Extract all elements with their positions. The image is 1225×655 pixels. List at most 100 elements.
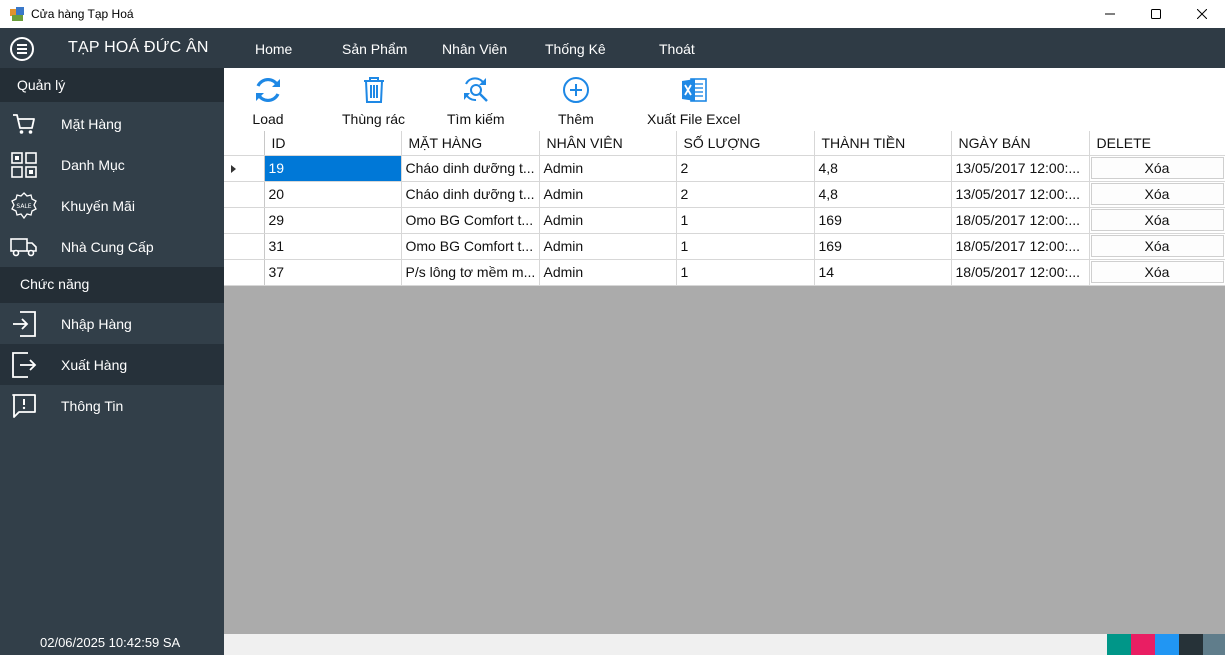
cell-item[interactable]: Cháo dinh dưỡng t... [401,155,540,182]
menu-toggle-icon[interactable] [10,37,34,61]
cell-date[interactable]: 18/05/2017 12:00:... [951,259,1090,286]
cell-total[interactable]: 169 [814,207,952,234]
column-header-item[interactable]: MẶT HÀNG [401,131,540,156]
cell-total[interactable]: 14 [814,259,952,286]
trash-button[interactable]: Thùng rác [342,74,405,127]
row-selector[interactable] [224,155,265,182]
delete-row-button[interactable]: Xóa [1090,235,1224,257]
close-button[interactable] [1179,0,1225,28]
load-button[interactable]: Load [252,74,284,127]
cell-id[interactable]: 20 [264,181,402,208]
column-header-total[interactable]: THÀNH TIỀN [814,131,952,156]
sidebar-item-import[interactable]: Nhập Hàng [0,303,224,344]
cell-item[interactable]: P/s lông tơ mềm m... [401,259,540,286]
cell-item[interactable]: Omo BG Comfort t... [401,207,540,234]
cell-id[interactable]: 19 [264,155,402,182]
maximize-icon [1151,9,1161,19]
sidebar: Quản lý Mặt Hàng Danh Mục SALE Khuyến Mã… [0,68,224,655]
theme-swatch-grey[interactable] [1203,634,1225,655]
table-row[interactable]: 19 Cháo dinh dưỡng t... Admin 2 4,8 13/0… [224,155,1225,182]
add-button[interactable]: Thêm [558,74,594,127]
cell-total[interactable]: 4,8 [814,181,952,208]
data-grid-area: ID MẶT HÀNG NHÂN VIÊN SỐ LƯỢNG THÀNH TIỀ… [224,131,1225,634]
cell-id[interactable]: 29 [264,207,402,234]
cell-staff[interactable]: Admin [539,207,677,234]
maximize-button[interactable] [1133,0,1179,28]
sign-out-icon [10,351,38,379]
cell-item[interactable]: Omo BG Comfort t... [401,233,540,260]
delete-row-button[interactable]: Xóa [1090,183,1224,205]
app-icon [10,7,24,21]
window-title: Cửa hàng Tạp Hoá [31,7,134,21]
row-selector[interactable] [224,207,265,234]
cell-date[interactable]: 13/05/2017 12:00:... [951,181,1090,208]
cell-quantity[interactable]: 1 [676,259,815,286]
sidebar-item-suppliers[interactable]: Nhà Cung Cấp [0,226,224,267]
delete-row-button[interactable]: Xóa [1090,261,1224,283]
table-row[interactable]: 37 P/s lông tơ mềm m... Admin 1 14 18/05… [224,259,1225,286]
window-titlebar: Cửa hàng Tạp Hoá [0,0,1225,28]
row-header-corner [224,131,265,156]
nav-employees[interactable]: Nhân Viên [442,41,507,57]
minimize-button[interactable] [1087,0,1133,28]
sidebar-item-products[interactable]: Mặt Hàng [0,103,224,144]
sidebar-item-label: Thông Tin [61,397,124,414]
theme-swatch-teal[interactable] [1107,634,1131,655]
sidebar-item-export[interactable]: Xuất Hàng [0,344,224,385]
sidebar-item-info[interactable]: Thông Tin [0,385,224,426]
cell-date[interactable]: 18/05/2017 12:00:... [951,233,1090,260]
row-selector[interactable] [224,181,265,208]
add-label: Thêm [558,111,594,127]
sale-badge-icon: SALE [10,191,38,220]
cell-staff[interactable]: Admin [539,233,677,260]
top-navigation: TẠP HOÁ ĐỨC ÂN Home Sản Phẩm Nhân Viên T… [0,28,1225,68]
column-header-date[interactable]: NGÀY BÁN [951,131,1090,156]
cell-quantity[interactable]: 1 [676,207,815,234]
nav-home[interactable]: Home [255,41,292,57]
action-toolbar: Load Thùng rác Tìm kiếm Thêm Xuất File E… [224,68,1225,131]
nav-statistics[interactable]: Thống Kê [545,41,606,57]
cart-icon [10,110,38,138]
cell-id[interactable]: 37 [264,259,402,286]
export-excel-button[interactable]: Xuất File Excel [647,74,740,127]
search-label: Tìm kiếm [447,111,505,127]
cell-staff[interactable]: Admin [539,259,677,286]
delete-row-button[interactable]: Xóa [1090,157,1224,179]
cell-quantity[interactable]: 1 [676,233,815,260]
cell-total[interactable]: 4,8 [814,155,952,182]
table-row[interactable]: 31 Omo BG Comfort t... Admin 1 169 18/05… [224,233,1225,260]
column-header-quantity[interactable]: SỐ LƯỢNG [676,131,815,156]
nav-exit[interactable]: Thoát [659,41,695,57]
cell-staff[interactable]: Admin [539,181,677,208]
nav-products[interactable]: Sản Phẩm [342,41,407,57]
sales-table: ID MẶT HÀNG NHÂN VIÊN SỐ LƯỢNG THÀNH TIỀ… [224,131,1225,286]
cell-staff[interactable]: Admin [539,155,677,182]
cell-id[interactable]: 31 [264,233,402,260]
theme-swatch-pink[interactable] [1131,634,1155,655]
cell-quantity[interactable]: 2 [676,181,815,208]
column-header-id[interactable]: ID [264,131,402,156]
table-row[interactable]: 20 Cháo dinh dưỡng t... Admin 2 4,8 13/0… [224,181,1225,208]
cell-date[interactable]: 18/05/2017 12:00:... [951,207,1090,234]
delete-row-button[interactable]: Xóa [1090,209,1224,231]
cell-quantity[interactable]: 2 [676,155,815,182]
truck-icon [10,233,38,261]
theme-swatch-blue[interactable] [1155,634,1179,655]
search-button[interactable]: Tìm kiếm [447,74,505,127]
sign-in-icon [10,310,38,338]
row-selector[interactable] [224,233,265,260]
theme-swatch-dark[interactable] [1179,634,1203,655]
trash-icon [358,74,390,106]
sidebar-item-categories[interactable]: Danh Mục [0,144,224,185]
column-header-staff[interactable]: NHÂN VIÊN [539,131,677,156]
sidebar-item-promotions[interactable]: SALE Khuyến Mãi [0,185,224,226]
cell-delete: Xóa [1089,181,1225,208]
cell-date[interactable]: 13/05/2017 12:00:... [951,155,1090,182]
cell-total[interactable]: 169 [814,233,952,260]
table-row[interactable]: 29 Omo BG Comfort t... Admin 1 169 18/05… [224,207,1225,234]
trash-label: Thùng rác [342,111,406,127]
row-selector[interactable] [224,259,265,286]
current-row-arrow-icon [231,165,236,173]
cell-item[interactable]: Cháo dinh dưỡng t... [401,181,540,208]
sidebar-section-function: Chức năng [0,267,224,303]
